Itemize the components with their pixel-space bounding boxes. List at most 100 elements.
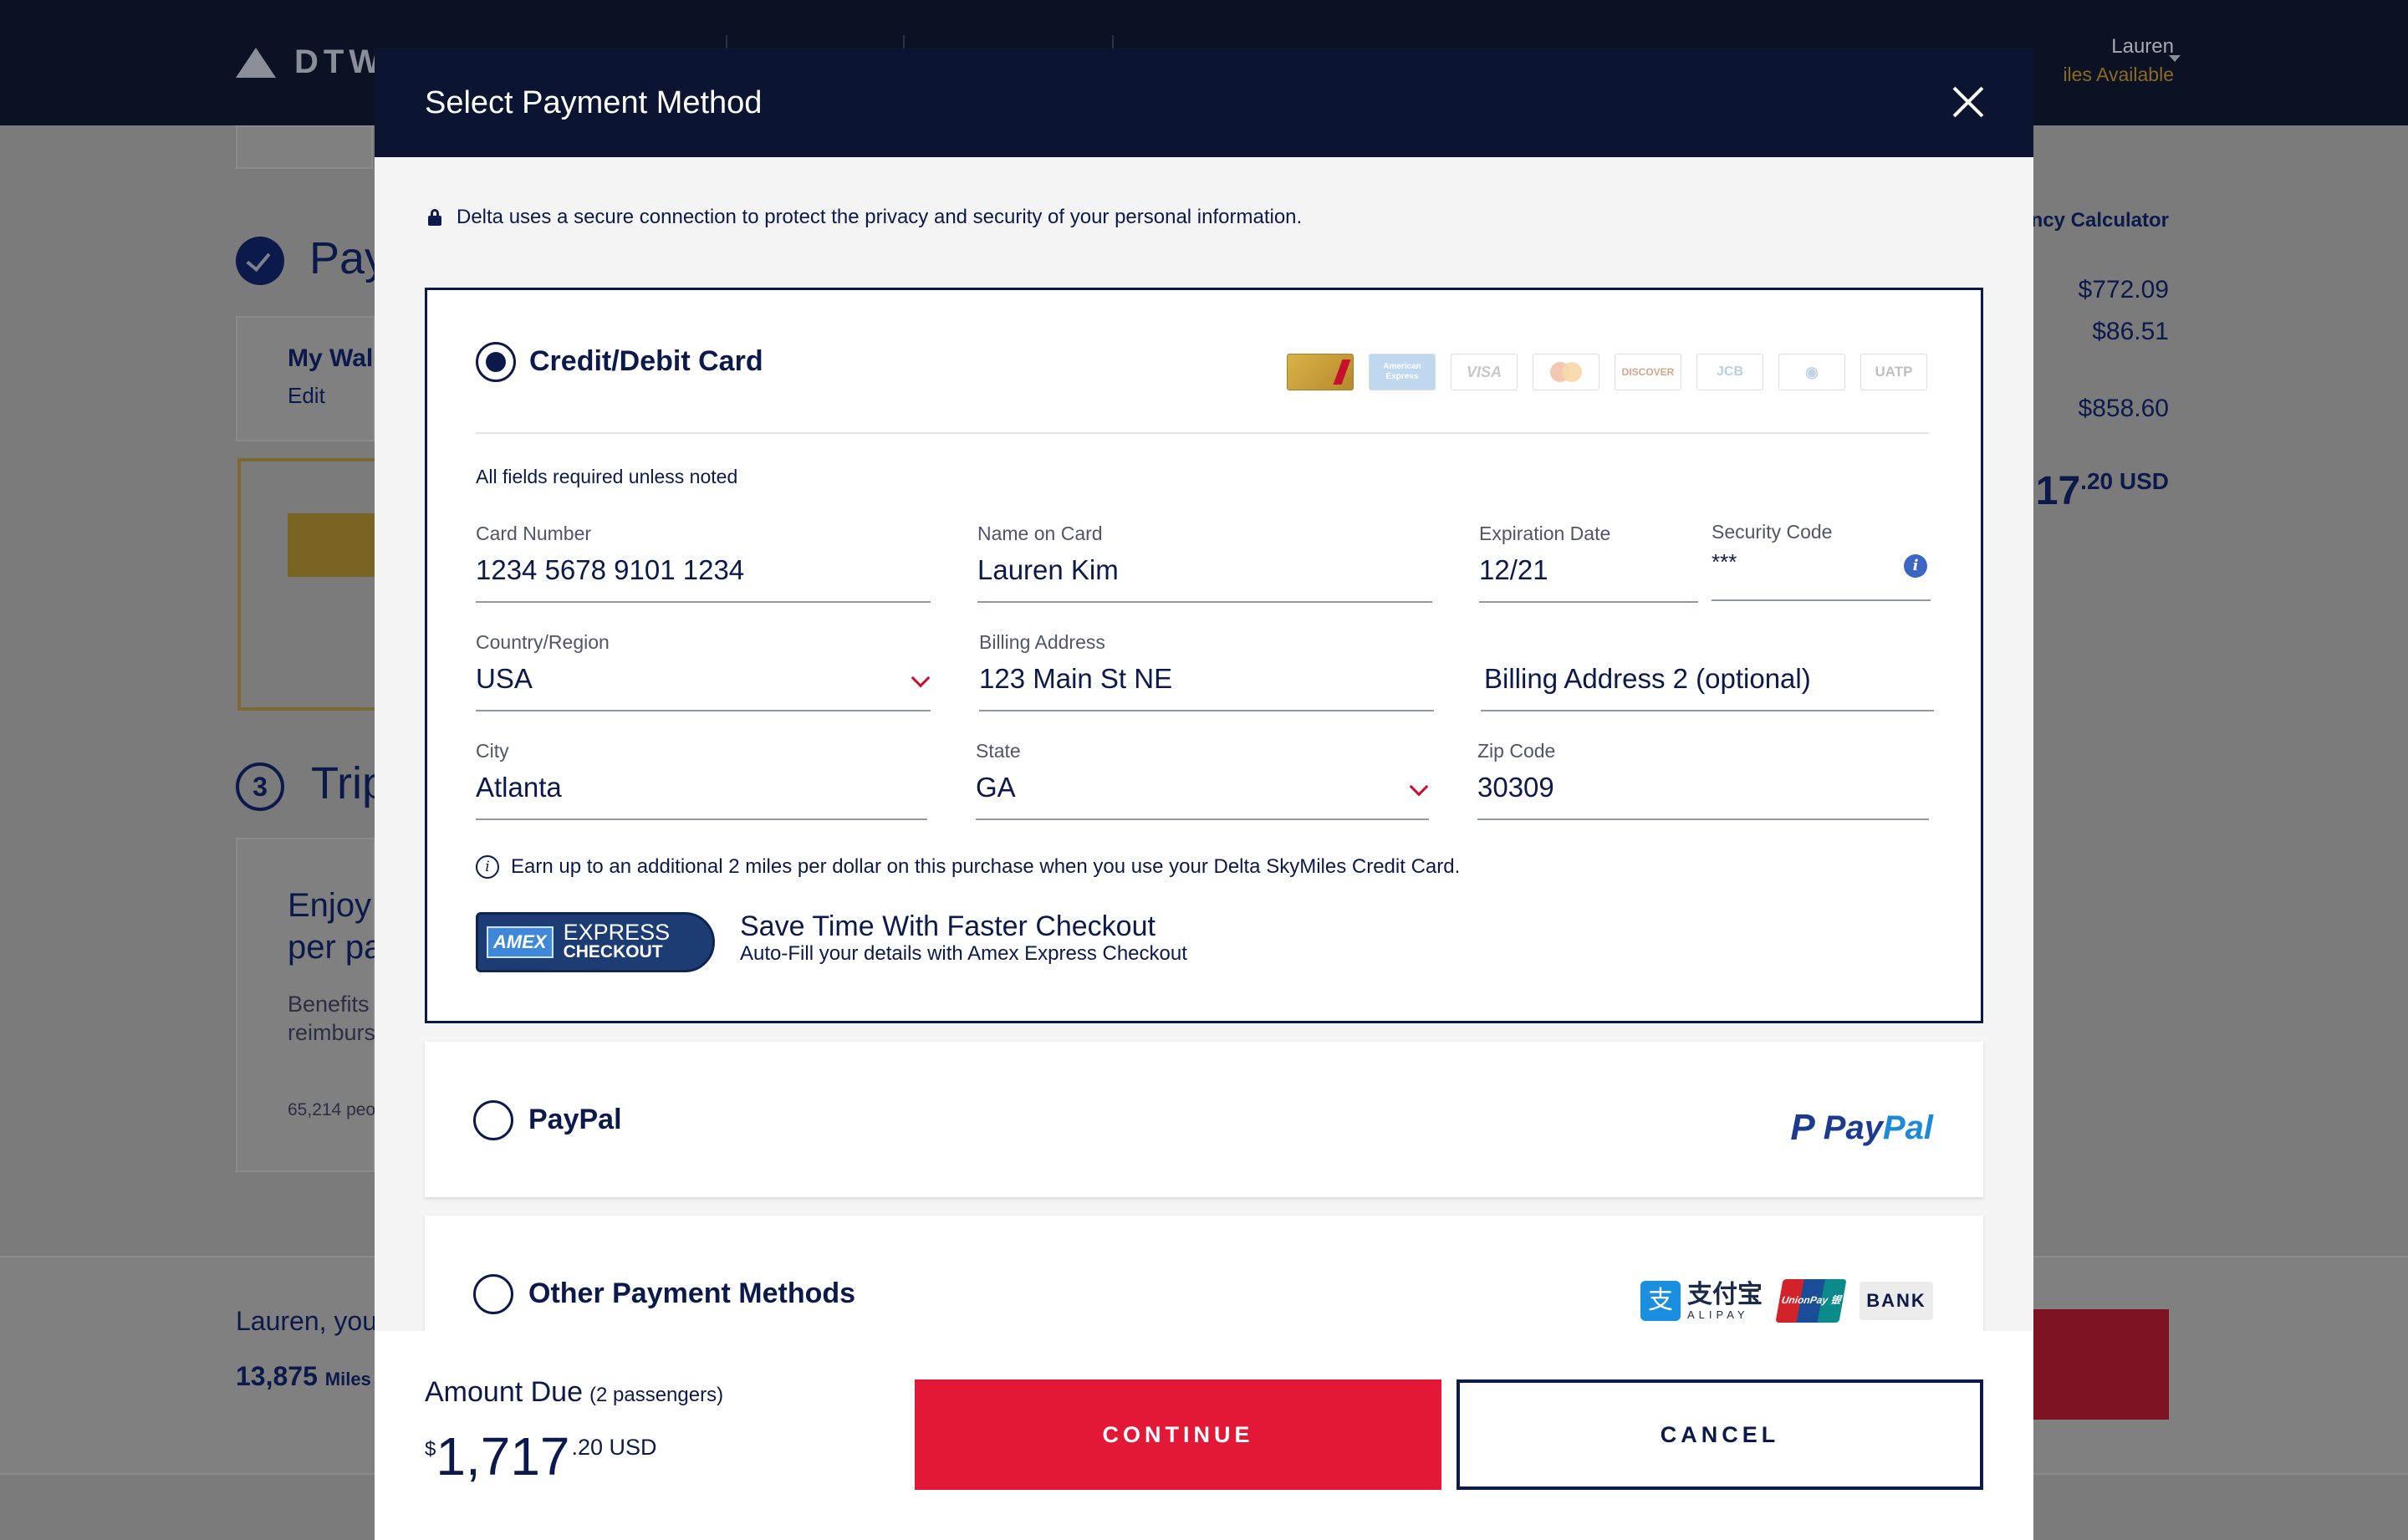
city-field[interactable]: City Atlanta xyxy=(476,740,927,820)
alipay-text: 支付宝 ALIPAY xyxy=(1687,1279,1763,1321)
saved-card-tile[interactable] xyxy=(237,458,375,711)
user-name: Lauren xyxy=(2111,35,2174,58)
trip-benefits: Benefits reimburs xyxy=(288,990,375,1047)
step-number: 3 xyxy=(236,762,284,811)
credit-card-label: Credit/Debit Card xyxy=(529,345,763,377)
payment-method-modal: Select Payment Method Delta uses a secur… xyxy=(375,48,2033,1540)
credit-card-option: Credit/Debit Card American Express VISA … xyxy=(425,288,1983,1023)
zip-code-field[interactable]: Zip Code 30309 xyxy=(1477,740,1929,820)
bank-logo: BANK xyxy=(1860,1282,1933,1320)
caret-down-icon[interactable] xyxy=(2169,55,2181,62)
other-payment-radio[interactable] xyxy=(473,1274,513,1314)
field-label: Billing Address xyxy=(979,631,1105,653)
state-select[interactable]: State GA xyxy=(976,740,1429,820)
price-line: $86.51 xyxy=(2092,318,2169,345)
price-line: $858.60 xyxy=(2078,395,2169,422)
modal-footer: Amount Due (2 passengers) $ 1,717 .20 USD… xyxy=(375,1331,2033,1540)
chevron-down-icon[interactable] xyxy=(911,668,931,688)
info-icon[interactable]: i xyxy=(1904,554,1927,578)
field-label: Security Code xyxy=(1712,521,1833,543)
skymiles-earn-note: i Earn up to an additional 2 miles per d… xyxy=(476,855,1460,879)
amount-dec: .20 USD xyxy=(571,1435,657,1460)
skymiles-card-icon xyxy=(1287,354,1354,390)
miles-unit: Miles xyxy=(324,1369,371,1390)
card-number-value[interactable]: 1234 5678 9101 1234 xyxy=(476,554,744,586)
billing-address-value[interactable]: 123 Main St NE xyxy=(979,663,1172,695)
zip-value[interactable]: 30309 xyxy=(1477,772,1554,803)
trip-promo-line: per pa xyxy=(288,929,383,966)
city-value[interactable]: Atlanta xyxy=(476,772,562,803)
user-menu[interactable]: Lauren iles Available xyxy=(2063,35,2174,86)
discover-card-icon: DISCOVER xyxy=(1615,354,1681,390)
paypal-option[interactable]: PayPal P PayPal xyxy=(425,1042,1983,1197)
amex-card-icon: American Express xyxy=(1369,354,1436,390)
country-value: USA xyxy=(476,663,533,694)
field-label: Zip Code xyxy=(1477,740,1556,762)
country-region-select[interactable]: Country/Region USA xyxy=(476,631,931,711)
expiration-date-field[interactable]: Expiration Date 12/21 xyxy=(1479,523,1698,603)
other-payment-logos: 支 支付宝 ALIPAY UnionPay 银联 BANK xyxy=(1640,1279,1933,1348)
chevron-down-icon[interactable] xyxy=(1409,777,1429,797)
miles-balance: 13,875 Miles xyxy=(236,1361,371,1392)
accepted-cards: American Express VISA DISCOVER JCB ◉ UAT… xyxy=(1287,354,1927,390)
name-on-card-field[interactable]: Name on Card Lauren Kim xyxy=(977,523,1432,603)
alipay-icon: 支 xyxy=(1640,1281,1681,1321)
lock-icon xyxy=(428,209,441,226)
paypal-word-a: Pay xyxy=(1823,1109,1883,1146)
card-number-field[interactable]: Card Number 1234 5678 9101 1234 xyxy=(476,523,931,603)
benefits-line: reimburs xyxy=(288,1020,376,1045)
total-int: 17 xyxy=(2035,469,2081,513)
greeting-text: Lauren, you xyxy=(236,1306,378,1336)
paypal-p-icon: P xyxy=(1790,1107,1815,1148)
unionpay-logo: UnionPay 银联 xyxy=(1775,1279,1847,1348)
jcb-card-icon: JCB xyxy=(1696,354,1763,390)
total-price: 17.20 USD xyxy=(2036,468,2169,514)
state-value: GA xyxy=(976,772,1016,803)
wallet-card xyxy=(236,316,375,441)
name-on-card-value[interactable]: Lauren Kim xyxy=(977,554,1119,586)
paypal-radio[interactable] xyxy=(473,1100,513,1140)
modal-title: Select Payment Method xyxy=(425,84,763,120)
visa-card-icon: VISA xyxy=(1451,354,1518,390)
delta-widget-icon xyxy=(236,47,276,78)
people-count: 65,214 peo xyxy=(288,1100,376,1119)
continue-button[interactable]: CONTINUE xyxy=(915,1379,1441,1490)
security-code-value[interactable]: *** xyxy=(1712,549,1737,575)
earn-text: Earn up to an additional 2 miles per dol… xyxy=(511,855,1461,878)
edit-link[interactable]: Edit xyxy=(288,383,325,409)
checkmark-icon xyxy=(236,237,284,285)
required-note: All fields required unless noted xyxy=(476,466,738,487)
paypal-logo: P PayPal xyxy=(1790,1107,1933,1149)
field-label: Country/Region xyxy=(476,631,610,653)
passenger-count: (2 passengers) xyxy=(589,1384,724,1406)
field-label: Card Number xyxy=(476,523,592,544)
express-checkout-title: Save Time With Faster Checkout xyxy=(740,910,1156,942)
cancel-button[interactable]: CANCEL xyxy=(1457,1379,1983,1490)
close-icon[interactable] xyxy=(1951,85,1985,119)
delta-logo[interactable]: DTW xyxy=(236,43,385,81)
billing-address-2-placeholder[interactable]: Billing Address 2 (optional) xyxy=(1484,663,1811,695)
security-code-field[interactable]: Security Code *** i xyxy=(1712,521,1931,601)
bg-continue-button[interactable] xyxy=(2032,1309,2169,1420)
field-label: State xyxy=(976,740,1021,762)
price-line: $772.09 xyxy=(2078,276,2169,303)
billing-address-2-field[interactable]: Billing Address 2 (optional) xyxy=(1481,631,1934,711)
paypal-word-b: Pal xyxy=(1882,1109,1933,1146)
amex-badge-line: EXPRESS xyxy=(563,920,671,945)
express-checkout-subtitle: Auto-Fill your details with Amex Express… xyxy=(740,942,1187,965)
billing-address-field[interactable]: Billing Address 123 Main St NE xyxy=(979,631,1434,711)
credit-card-radio[interactable] xyxy=(476,342,516,382)
expiration-value[interactable]: 12/21 xyxy=(1479,554,1548,586)
trip-promo-line: Enjoy xyxy=(288,887,372,924)
alipay-cn: 支付宝 xyxy=(1687,1279,1763,1309)
bg-card xyxy=(236,125,373,169)
diners-club-icon: ◉ xyxy=(1778,354,1845,390)
my-wallet-title: My Wal xyxy=(288,344,374,372)
uatp-card-icon: UATP xyxy=(1860,354,1927,390)
amex-badge-text: EXPRESS CHECKOUT xyxy=(563,920,671,962)
currency-calculator-link[interactable]: ency Calculator xyxy=(2019,209,2169,232)
secure-notice: Delta uses a secure connection to protec… xyxy=(428,206,1302,229)
amex-express-checkout-button[interactable]: AMEX EXPRESS CHECKOUT xyxy=(476,912,715,972)
amount-due-text: Amount Due xyxy=(425,1376,583,1408)
saved-card-image xyxy=(288,513,375,577)
